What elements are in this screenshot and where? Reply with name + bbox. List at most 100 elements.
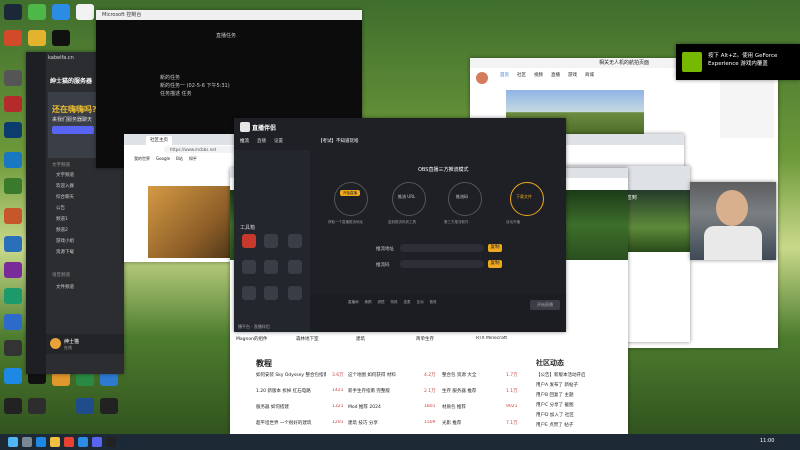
feed-item[interactable]: 用户B 回复了 主题 [536, 392, 626, 398]
qq-icon[interactable] [52, 4, 70, 20]
penguin-icon[interactable] [52, 30, 70, 46]
settings-icon[interactable] [4, 340, 22, 356]
tool-icon[interactable] [242, 286, 256, 300]
avatar[interactable] [50, 338, 61, 349]
bookmark[interactable]: B站 [176, 156, 183, 162]
edge-browser-icon[interactable] [4, 368, 22, 384]
tool-icon[interactable] [288, 234, 302, 248]
tool-icon[interactable] [264, 234, 278, 248]
channel-item[interactable]: 资源下载 [56, 249, 74, 255]
bottom-tool[interactable]: 滤镜 [378, 300, 385, 332]
bottom-tool[interactable]: 连麦 [404, 300, 411, 332]
step-button[interactable]: 开始直播 [340, 190, 360, 196]
bookmark[interactable]: 我的世界 [134, 156, 150, 162]
social-tab[interactable]: 首页 [500, 72, 509, 78]
video-icon[interactable] [4, 398, 22, 414]
channel-item[interactable]: 频道2 [56, 227, 68, 233]
channel-item[interactable]: 欢迎入群 [56, 183, 74, 189]
steam-icon[interactable] [120, 437, 130, 447]
obs-nav-tab[interactable]: 设置 [274, 138, 283, 144]
bottom-tool[interactable]: 互动 [417, 300, 424, 332]
photoshop-icon[interactable] [4, 122, 22, 138]
channel-item[interactable]: 文字频道 [56, 172, 74, 178]
wallpaper-icon[interactable] [4, 152, 22, 168]
folder-icon[interactable] [50, 437, 60, 447]
post-title[interactable]: 服务器 如何搭建 [256, 404, 326, 410]
app2-icon[interactable] [28, 398, 46, 414]
edge-icon[interactable] [36, 437, 46, 447]
edge-icon[interactable] [4, 96, 22, 112]
section-text-channels[interactable]: 文字频道 [52, 162, 70, 168]
bottom-tool[interactable]: 美颜 [365, 300, 372, 332]
game-icon[interactable] [4, 178, 22, 194]
social-tab[interactable]: 视频 [534, 72, 543, 78]
step-circle[interactable] [334, 182, 368, 216]
section-voice-channels[interactable]: 语音频道 [52, 272, 70, 278]
social-tab[interactable]: 游戏 [568, 72, 577, 78]
channel-item[interactable]: 综合聊天 [56, 194, 74, 200]
music-icon[interactable] [4, 262, 22, 278]
chrome-icon[interactable] [28, 30, 46, 46]
post-title[interactable]: 新手生存指南 完整版 [348, 388, 418, 394]
post-title[interactable]: 建筑 技巧 分享 [348, 420, 418, 426]
channel-item[interactable]: 游戏小组 [56, 238, 74, 244]
app3-icon[interactable] [76, 398, 94, 414]
post-title[interactable]: 材质包 推荐 [442, 404, 502, 410]
search-icon[interactable] [22, 437, 32, 447]
start-icon[interactable] [8, 437, 18, 447]
channel-item[interactable]: 频道1 [56, 216, 68, 222]
feed-item[interactable]: 用户D 加入了 社区 [536, 412, 626, 418]
tool-icon[interactable] [242, 260, 256, 274]
store-icon[interactable] [4, 288, 22, 304]
back-tab[interactable]: 社区主页 [146, 136, 172, 145]
office-icon[interactable] [4, 208, 22, 224]
social-tab[interactable]: 直播 [551, 72, 560, 78]
feed-item[interactable]: 【公告】新版本活动开启 [536, 372, 626, 378]
mail-icon[interactable] [4, 314, 22, 330]
social-tab[interactable]: 商城 [585, 72, 594, 78]
post-title[interactable]: 1.20 新版本 拆掉 红石电路 [256, 388, 326, 394]
stream-key-field[interactable] [400, 260, 484, 268]
flashget-icon[interactable] [28, 4, 46, 20]
post-title[interactable]: 超平坦世界 一个很好的建筑 [256, 420, 326, 426]
tool-icon[interactable] [264, 286, 278, 300]
folder-icon[interactable] [4, 236, 22, 252]
tool-icon[interactable] [288, 286, 302, 300]
post-title[interactable]: 如何安装 Sky Odyssey 整合包指南 [256, 372, 326, 378]
bookmark[interactable]: 知乎 [189, 156, 197, 162]
bottom-tool[interactable]: 特效 [391, 300, 398, 332]
banner-button[interactable] [52, 126, 94, 134]
start-live-button[interactable]: 开始直播 [530, 300, 560, 310]
twitch-icon[interactable] [76, 4, 94, 20]
tool-icon[interactable] [242, 234, 256, 248]
social-tab[interactable]: 社区 [517, 72, 526, 78]
feed-item[interactable]: 用户E 点赞了 帖子 [536, 422, 626, 428]
copy-key-button[interactable]: 复制 [488, 260, 502, 268]
avatar[interactable] [476, 72, 488, 84]
post-title[interactable]: 生存 服务器 推荐 [442, 388, 502, 394]
app-icon[interactable] [4, 70, 22, 86]
channel-item[interactable]: 文件频道 [56, 284, 74, 290]
tool-icon[interactable] [264, 260, 278, 274]
copy-url-button[interactable]: 复制 [488, 244, 502, 252]
feed-item[interactable]: 用户A 发布了 新帖子 [536, 382, 626, 388]
bottom-tool[interactable]: 直播间 [348, 300, 359, 332]
obs-nav-tab[interactable]: 直播 [257, 138, 266, 144]
obs-nav-tab[interactable]: 推流 [240, 138, 249, 144]
obs-icon[interactable] [106, 437, 116, 447]
feed-item[interactable]: 用户C 分享了 截图 [536, 402, 626, 408]
steam-icon[interactable] [4, 4, 22, 20]
server-name[interactable]: 绅士猫的服务器 [50, 76, 92, 85]
bookmark[interactable]: Google [156, 156, 170, 162]
discord-icon[interactable] [92, 437, 102, 447]
stream-url-field[interactable] [400, 244, 484, 252]
tool-icon[interactable] [288, 260, 302, 274]
bottom-tool[interactable]: 音效 [430, 300, 437, 332]
app4-icon[interactable] [100, 398, 118, 414]
post-title[interactable]: 光影 推荐 [442, 420, 502, 426]
channel-item[interactable]: 公告 [56, 205, 65, 211]
chrome-icon[interactable] [64, 437, 74, 447]
post-title[interactable]: Mod 推荐 2024 [348, 404, 418, 410]
qq-icon[interactable] [78, 437, 88, 447]
cortana-icon[interactable] [4, 30, 22, 46]
